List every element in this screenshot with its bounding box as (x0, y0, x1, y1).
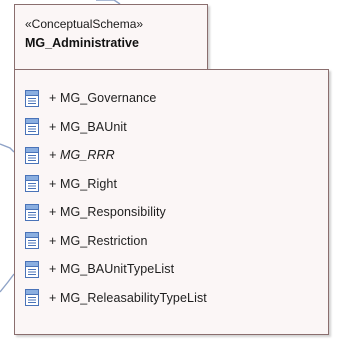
class-item-label: + MG_Right (49, 176, 118, 191)
class-item[interactable]: + MG_Restriction (25, 227, 207, 256)
class-item-label: + MG_Restriction (49, 233, 148, 248)
class-icon (25, 89, 39, 107)
class-item-label: + MG_BAUnit (49, 119, 127, 134)
class-item-label: + MG_Governance (49, 91, 157, 106)
class-item-label: + MG_BAUnitTypeList (49, 262, 175, 277)
class-item[interactable]: + MG_RRR (25, 141, 207, 170)
class-icon (25, 203, 39, 221)
package-stereotype: «ConceptualSchema» (25, 17, 144, 31)
package-mg-administrative[interactable]: «ConceptualSchema» MG_Administrative + M… (0, 0, 338, 349)
class-item[interactable]: + MG_BAUnit (25, 113, 207, 142)
class-item[interactable]: + MG_BAUnitTypeList (25, 255, 207, 284)
class-icon (25, 118, 39, 136)
class-item-label: + MG_Responsibility (49, 205, 166, 220)
class-icon (25, 175, 39, 193)
class-item[interactable]: + MG_Responsibility (25, 198, 207, 227)
class-item[interactable]: + MG_Right (25, 170, 207, 199)
package-name: MG_Administrative (25, 36, 139, 50)
class-item-label: + MG_RRR (49, 148, 115, 163)
package-body: + MG_Governance + MG_BAUnit + MG_RRR + M… (14, 69, 329, 335)
diagram-canvas: «ConceptualSchema» MG_Administrative + M… (0, 0, 338, 349)
class-icon (25, 232, 39, 250)
class-icon (25, 289, 39, 307)
class-list: + MG_Governance + MG_BAUnit + MG_RRR + M… (25, 84, 207, 312)
class-item-label: + MG_ReleasabilityTypeList (49, 290, 207, 305)
class-icon (25, 260, 39, 278)
class-item[interactable]: + MG_ReleasabilityTypeList (25, 284, 207, 313)
package-tab[interactable]: «ConceptualSchema» MG_Administrative (14, 4, 208, 70)
class-item[interactable]: + MG_Governance (25, 84, 207, 113)
class-icon (25, 146, 39, 164)
